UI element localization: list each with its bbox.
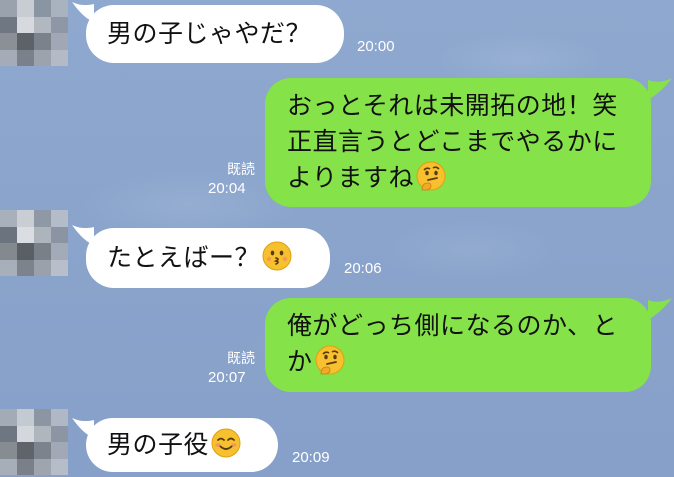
message-time: 20:07	[208, 369, 246, 386]
message-line: 正直言うとどこまでやるかに	[287, 127, 618, 156]
message-time: 20:06	[344, 260, 382, 277]
outgoing-message-bubble[interactable]: おっとそれは未開拓の地！笑 正直言うとどこまでやるかに よりますね	[265, 78, 651, 207]
message-text: 男の子じゃやだ？	[107, 19, 312, 48]
bubble-tail	[648, 78, 672, 100]
message-time: 20:00	[357, 38, 395, 55]
chat-window[interactable]: 男の子じゃやだ？ 20:00 既読 20:04 おっとそれは未開拓の地！笑 正直…	[0, 0, 674, 477]
read-label: 既読	[227, 161, 255, 177]
incoming-message-bubble[interactable]: 男の子役	[86, 418, 278, 472]
message-line: よりますね	[287, 163, 415, 192]
message-line: か	[287, 347, 313, 376]
message-text: 男の子役	[107, 430, 210, 459]
thinking-face-icon	[315, 345, 345, 375]
message-time: 20:09	[292, 449, 330, 466]
message-line: 俺がどっち側になるのか、と	[287, 311, 619, 340]
avatar[interactable]	[0, 409, 68, 475]
thinking-face-icon	[416, 161, 446, 191]
bubble-tail	[648, 298, 672, 320]
outgoing-message-bubble[interactable]: 俺がどっち側になるのか、と か	[265, 298, 651, 392]
smiling-face-icon	[211, 428, 241, 458]
read-receipt: 既読	[205, 160, 255, 178]
incoming-message-bubble[interactable]: たとえばー？	[86, 228, 330, 288]
avatar[interactable]	[0, 210, 68, 276]
incoming-message-bubble[interactable]: 男の子じゃやだ？	[86, 5, 344, 63]
message-line: おっとそれは未開拓の地！笑	[287, 91, 618, 120]
kissing-face-icon	[262, 241, 292, 271]
read-label: 既読	[227, 350, 255, 366]
read-receipt: 既読	[205, 349, 255, 367]
message-text: たとえばー？	[107, 243, 261, 272]
avatar[interactable]	[0, 0, 68, 66]
message-time: 20:04	[208, 180, 246, 197]
